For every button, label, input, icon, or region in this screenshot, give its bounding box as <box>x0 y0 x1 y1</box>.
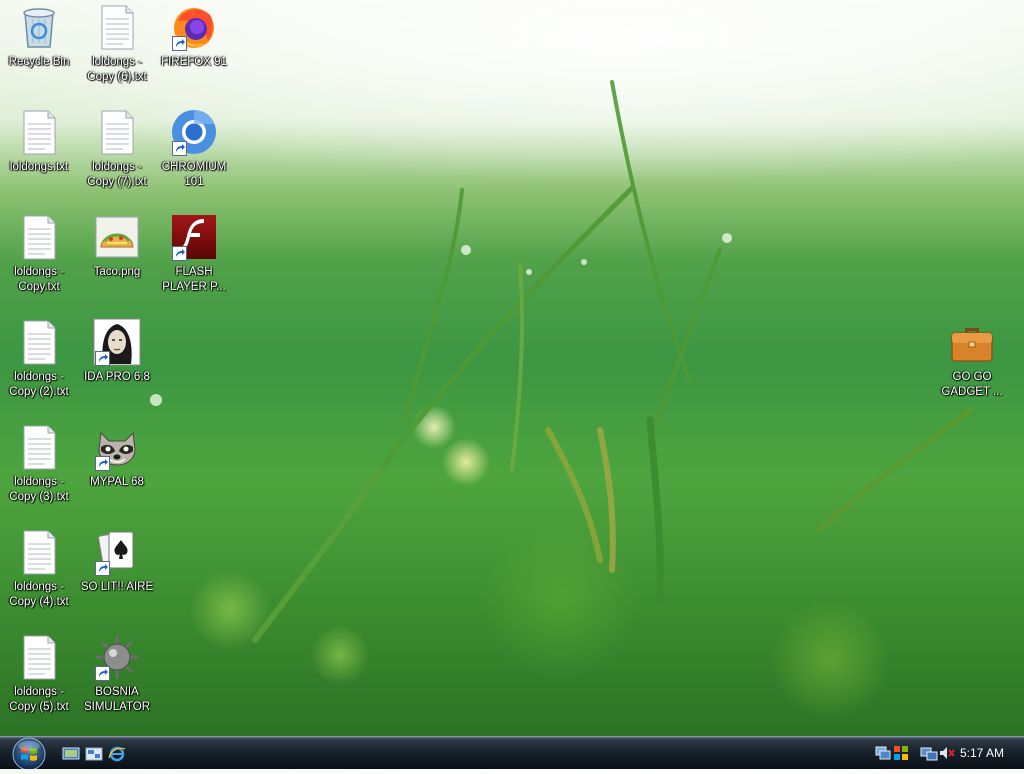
network-icon[interactable] <box>920 744 938 762</box>
desktop-icon-loldongs-copy[interactable]: loldongs - Copy.txt <box>1 213 77 295</box>
desktop-icon-label: SO LIT!! AIRE <box>80 581 154 593</box>
desktop-icon-label: IDA PRO 6.8 <box>84 371 150 383</box>
text-file-icon <box>15 213 63 261</box>
shortcut-arrow-icon <box>95 666 110 681</box>
shortcut-arrow-icon <box>172 246 187 261</box>
desktop-icon-bosnia-simulator[interactable]: BOSNIA SIMULATOR <box>79 633 155 715</box>
text-file-icon <box>93 108 141 156</box>
desktop-icon-loldongs-copy-5[interactable]: loldongs - Copy (5).txt <box>1 633 77 715</box>
desktop-icon-label: CHROMIUM 101 <box>161 161 227 188</box>
desktop-icon-label: loldongs - Copy (6).txt <box>87 56 147 83</box>
desktop-icon-loldongs[interactable]: loldongs.txt <box>1 108 77 175</box>
desktop-icon-label: loldongs - Copy (5).txt <box>9 686 69 713</box>
switch-windows-icon <box>85 747 103 761</box>
desktop-icon-label: loldongs - Copy (3).txt <box>9 476 69 503</box>
text-file-icon <box>15 423 63 471</box>
desktop-icon-label: FIREFOX 91 <box>161 56 227 68</box>
text-file-icon <box>15 318 63 366</box>
solitaire-cards-icon <box>93 528 141 576</box>
shortcut-arrow-icon <box>95 561 110 576</box>
desktop-icon-label: loldongs.txt <box>9 161 69 173</box>
quicklaunch-show-desktop[interactable] <box>62 746 80 762</box>
desktop-icon-label: loldongs - Copy (4).txt <box>9 581 69 608</box>
taco-image-icon <box>93 213 141 261</box>
shortcut-arrow-icon <box>95 456 110 471</box>
chromium-icon <box>170 108 218 156</box>
firefox-icon <box>170 3 218 51</box>
text-file-icon <box>15 108 63 156</box>
shortcut-arrow-icon <box>172 36 187 51</box>
mypal-raccoon-icon <box>93 423 141 471</box>
desktop-icon-label: Taco.png <box>93 266 141 278</box>
desktop-icon-label: GO GO GADGET ... <box>941 371 1003 398</box>
taskbar: 5:17 AM <box>0 736 1024 771</box>
text-file-icon <box>15 528 63 576</box>
desktop-icon-loldongs-copy-4[interactable]: loldongs - Copy (4).txt <box>1 528 77 610</box>
desktop-icon-label: FLASH PLAYER P... <box>162 266 226 293</box>
quicklaunch-switch-windows[interactable] <box>85 746 103 762</box>
desktop-icon-solitaire[interactable]: SO LIT!! AIRE <box>79 528 155 595</box>
desktop-icon-mypal-68[interactable]: MYPAL 68 <box>79 423 155 490</box>
desktop-icon-firefox-91[interactable]: FIREFOX 91 <box>156 3 232 70</box>
internet-explorer-icon <box>108 746 126 762</box>
desktop-icon-taco-png[interactable]: Taco.png <box>79 213 155 280</box>
naval-mine-icon <box>93 633 141 681</box>
desktop-icon-chromium-101[interactable]: CHROMIUM 101 <box>156 108 232 190</box>
text-file-icon <box>93 3 141 51</box>
start-button[interactable] <box>8 737 50 771</box>
ida-pro-icon <box>93 318 141 366</box>
desktop-icon-flash-player[interactable]: FLASH PLAYER P... <box>156 213 232 295</box>
briefcase-icon <box>948 318 996 366</box>
windows-orb-icon <box>12 737 46 771</box>
desktop-icon-label: BOSNIA SIMULATOR <box>83 686 151 713</box>
desktop-icon-loldongs-copy-2[interactable]: loldongs - Copy (2).txt <box>1 318 77 400</box>
flash-player-icon <box>170 213 218 261</box>
desktop-icon-loldongs-copy-6[interactable]: loldongs - Copy (6).txt <box>79 3 155 85</box>
desktop-icon-label: MYPAL 68 <box>90 476 144 488</box>
taskbar-clock[interactable]: 5:17 AM <box>960 746 1004 760</box>
desktop-icon-label: loldongs - Copy.txt <box>14 266 64 293</box>
recycle-bin-icon <box>15 3 63 51</box>
windows-security-icon[interactable] <box>892 744 910 762</box>
desktop-icon-label: loldongs - Copy (2).txt <box>9 371 69 398</box>
desktop-icon-recycle-bin[interactable]: Recycle Bin <box>1 3 77 70</box>
desktop-icon-loldongs-copy-7[interactable]: loldongs - Copy (7).txt <box>79 108 155 190</box>
computer-network-icon[interactable] <box>874 744 892 762</box>
desktop-icon-loldongs-copy-3[interactable]: loldongs - Copy (3).txt <box>1 423 77 505</box>
desktop-icon-label: loldongs - Copy (7).txt <box>87 161 147 188</box>
shortcut-arrow-icon <box>172 141 187 156</box>
text-file-icon <box>15 633 63 681</box>
shortcut-arrow-icon <box>95 351 110 366</box>
desktop-icon-ida-pro[interactable]: IDA PRO 6.8 <box>79 318 155 385</box>
show-desktop-icon <box>62 747 80 760</box>
desktop-icon-label: Recycle Bin <box>8 56 70 68</box>
quicklaunch-internet-explorer[interactable] <box>108 746 126 762</box>
desktop-icon-go-go-gadget[interactable]: GO GO GADGET ... <box>934 318 1010 400</box>
volume-muted-icon[interactable] <box>938 744 956 762</box>
